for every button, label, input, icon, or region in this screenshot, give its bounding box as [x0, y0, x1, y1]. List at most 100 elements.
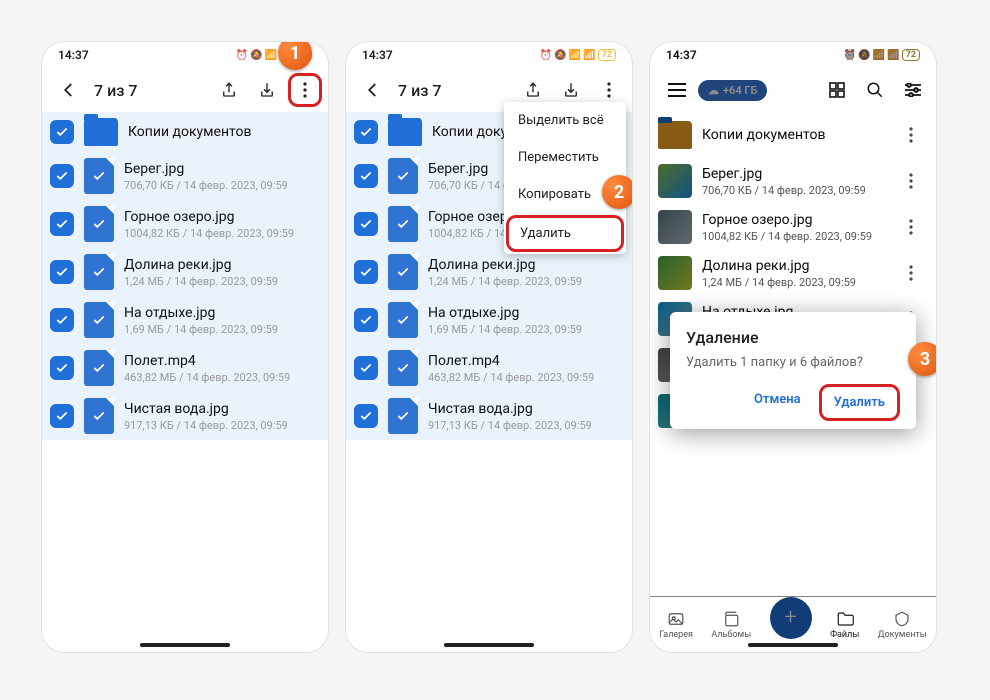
cloud-icon: ☁	[708, 84, 719, 97]
checkbox-checked-icon[interactable]	[354, 212, 378, 236]
file-meta: 1,69 МБ / 14 февр. 2023, 09:59	[428, 323, 624, 336]
status-icons: ⏰🔕📶📶 72	[540, 49, 616, 61]
checkbox-checked-icon[interactable]	[50, 260, 74, 284]
menu-select-all[interactable]: Выделить всё	[504, 102, 626, 139]
checkbox-checked-icon[interactable]	[354, 404, 378, 428]
file-row[interactable]: Долина реки.jpg 1,24 МБ / 14 февр. 2023, …	[42, 248, 328, 296]
file-list: Копии документов Берег.jpg706,70 КБ / 14 …	[42, 112, 328, 652]
file-row[interactable]: Чистая вода.jpg917,13 КБ / 14 февр. 2023…	[346, 392, 632, 440]
checkbox-checked-icon[interactable]	[50, 120, 74, 144]
menu-move[interactable]: Переместить	[504, 139, 626, 176]
row-more-button[interactable]	[894, 164, 928, 198]
file-row[interactable]: Долина реки.jpg 1,24 МБ / 14 февр. 2023, …	[346, 248, 632, 296]
status-time: 14:37	[58, 48, 89, 62]
home-indicator	[140, 643, 230, 647]
back-button[interactable]	[356, 73, 390, 107]
file-row[interactable]: На отдыхе.jpg1,69 МБ / 14 февр. 2023, 09…	[42, 296, 328, 344]
file-icon	[84, 398, 114, 434]
more-button[interactable]	[288, 73, 322, 107]
file-name: Берег.jpg	[124, 161, 320, 177]
file-icon	[388, 350, 418, 386]
file-meta: 1,24 МБ / 14 февр. 2023, 09:59	[124, 275, 320, 288]
checkbox-checked-icon[interactable]	[50, 164, 74, 188]
checkbox-checked-icon[interactable]	[354, 120, 378, 144]
checkbox-checked-icon[interactable]	[354, 164, 378, 188]
selection-title: 7 из 7	[90, 81, 208, 100]
file-name: Копии документов	[128, 124, 320, 140]
download-button[interactable]	[250, 73, 284, 107]
file-row[interactable]: Берег.jpg706,70 КБ / 14 февр. 2023, 09:5…	[42, 152, 328, 200]
file-name: Чистая вода.jpg	[124, 401, 320, 417]
menu-delete[interactable]: Удалить	[506, 215, 624, 252]
file-icon	[388, 206, 418, 242]
upsell-label: +64 ГБ	[723, 84, 757, 97]
selection-action-bar: 7 из 7	[42, 68, 328, 112]
file-icon	[84, 350, 114, 386]
file-row[interactable]: Полет.mp4 463,82 МБ / 14 февр. 2023, 09:5…	[42, 344, 328, 392]
search-button[interactable]	[858, 73, 892, 107]
checkbox-checked-icon[interactable]	[50, 212, 74, 236]
folder-icon	[658, 121, 692, 149]
file-name: Горное озеро.jpg	[124, 209, 320, 225]
file-row[interactable]: Горное озеро.jpg 1004,82 КБ / 14 февр. 20…	[42, 200, 328, 248]
file-meta: 917,13 КБ / 14 февр. 2023, 09:59	[124, 419, 320, 432]
file-name: Долина реки.jpg	[124, 257, 320, 273]
nav-docs[interactable]: Документы	[878, 610, 927, 640]
file-row[interactable]: Горное озеро.jpg 1004,82 КБ / 14 февр. 20…	[650, 204, 936, 250]
thumbnail	[658, 210, 692, 244]
file-row[interactable]: Чистая вода.jpg 917,13 КБ / 14 февр. 2023…	[42, 392, 328, 440]
dialog-confirm[interactable]: Удалить	[819, 384, 900, 421]
step-badge-2: 2	[602, 175, 632, 209]
back-button[interactable]	[52, 73, 86, 107]
file-row[interactable]: Берег.jpg706,70 КБ / 14 февр. 2023, 09:5…	[650, 158, 936, 204]
home-indicator	[444, 643, 534, 647]
menu-button[interactable]	[660, 73, 694, 107]
file-meta: 463,82 МБ / 14 февр. 2023, 09:59	[428, 371, 624, 384]
filter-button[interactable]	[896, 73, 930, 107]
file-row[interactable]: Копии документов	[42, 112, 328, 152]
nav-gallery[interactable]: Галерея	[659, 610, 693, 640]
checkbox-checked-icon[interactable]	[354, 260, 378, 284]
phone-1: 1 14:37 ⏰🔕📶📶 72 7 из 7 Копии докумен	[42, 42, 328, 652]
file-name: Горное озеро.jpg	[702, 212, 884, 228]
file-meta: 1,24 МБ / 14 февр. 2023, 09:59	[702, 276, 884, 289]
row-more-button[interactable]	[894, 210, 928, 244]
checkbox-checked-icon[interactable]	[354, 308, 378, 332]
file-name: На отдыхе.jpg	[428, 305, 624, 321]
row-more-button[interactable]	[894, 256, 928, 290]
checkbox-checked-icon[interactable]	[50, 308, 74, 332]
file-meta: 917,13 КБ / 14 февр. 2023, 09:59	[428, 419, 624, 432]
file-meta: 1004,82 КБ / 14 февр. 2023, 09:59	[124, 227, 320, 240]
upsell-pill[interactable]: ☁ +64 ГБ	[698, 80, 767, 101]
file-row[interactable]: На отдыхе.jpg 1,69 МБ / 14 февр. 2023, 09…	[346, 296, 632, 344]
fab-add[interactable]: +	[770, 597, 812, 639]
status-bar: 14:37 ⏰🔕📶📶 72	[346, 42, 632, 68]
dialog-cancel[interactable]: Отмена	[742, 384, 813, 421]
file-icon	[84, 158, 114, 194]
row-more-button[interactable]	[894, 118, 928, 152]
nav-albums[interactable]: Альбомы	[711, 610, 751, 640]
file-meta: 463,82 МБ / 14 февр. 2023, 09:59	[124, 371, 320, 384]
file-row[interactable]: Полет.mp4463,82 МБ / 14 февр. 2023, 09:5…	[346, 344, 632, 392]
file-name: Полет.mp4	[124, 353, 320, 369]
file-name: На отдыхе.jpg	[124, 305, 320, 321]
checkbox-checked-icon[interactable]	[50, 404, 74, 428]
nav-files[interactable]: Файлы	[830, 610, 859, 640]
file-meta: 1004,82 КБ / 14 февр. 2023, 09:59	[702, 230, 884, 243]
delete-dialog: Удаление Удалить 1 папку и 6 файлов? Отм…	[670, 312, 916, 429]
file-meta: 1,24 МБ / 14 февр. 2023, 09:59	[428, 275, 624, 288]
checkbox-checked-icon[interactable]	[354, 356, 378, 380]
thumbnail	[658, 256, 692, 290]
selection-title: 7 из 7	[394, 81, 512, 100]
file-icon	[84, 206, 114, 242]
file-name: Долина реки.jpg	[702, 258, 884, 274]
file-name: Долина реки.jpg	[428, 257, 624, 273]
file-name: Берег.jpg	[702, 166, 884, 182]
view-toggle-button[interactable]	[820, 73, 854, 107]
share-button[interactable]	[212, 73, 246, 107]
status-time: 14:37	[362, 48, 393, 62]
checkbox-checked-icon[interactable]	[50, 356, 74, 380]
file-row[interactable]: Копии документов	[650, 112, 936, 158]
file-icon	[388, 254, 418, 290]
file-row[interactable]: Долина реки.jpg 1,24 МБ / 14 февр. 2023, …	[650, 250, 936, 296]
